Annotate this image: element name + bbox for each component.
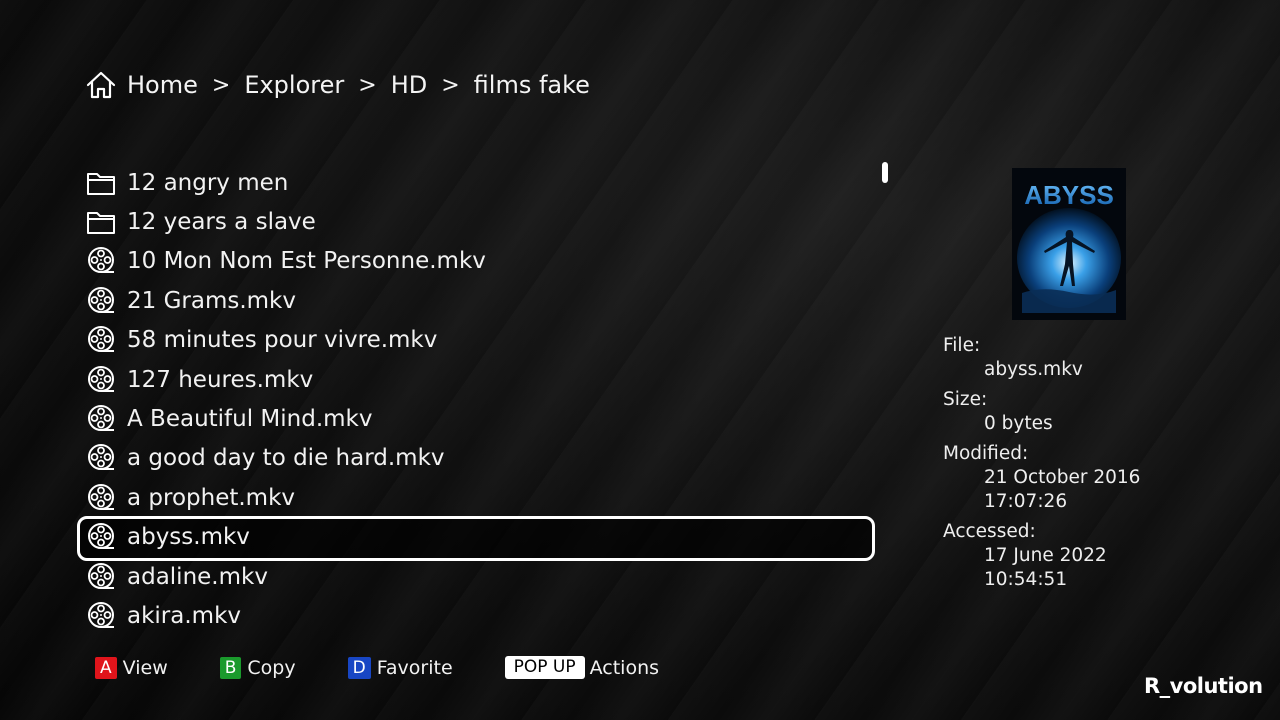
accessed-date: 17 June 2022 <box>984 545 1107 566</box>
file-row[interactable]: 10 Mon Nom Est Personne.mkv <box>85 242 875 281</box>
film-reel-icon <box>85 246 117 276</box>
breadcrumb-separator: > <box>441 72 460 98</box>
file-name: A Beautiful Mind.mkv <box>127 406 373 433</box>
file-name: 58 minutes pour vivre.mkv <box>127 327 438 354</box>
view-label: View <box>122 656 168 679</box>
red-a-key-icon: A <box>95 656 117 679</box>
film-reel-icon <box>85 365 117 395</box>
file-row[interactable]: akira.mkv <box>85 596 875 635</box>
breadcrumb-current: films fake <box>473 71 590 99</box>
film-reel-icon <box>85 286 117 316</box>
file-row[interactable]: 12 years a slave <box>85 202 875 241</box>
scrollbar[interactable] <box>882 162 888 183</box>
file-row[interactable]: adaline.mkv <box>85 557 875 596</box>
modified-label: Modified: <box>943 443 1029 464</box>
file-row[interactable]: 127 heures.mkv <box>85 360 875 399</box>
file-info-panel: File: abyss.mkv Size: 0 bytes Modified: … <box>943 334 1140 592</box>
size-label: Size: <box>943 389 988 410</box>
accessed-time: 10:54:51 <box>984 569 1068 590</box>
file-name: a prophet.mkv <box>127 484 296 511</box>
brand-logo: R_volution <box>1144 674 1263 698</box>
file-name: 10 Mon Nom Est Personne.mkv <box>127 248 486 275</box>
home-icon[interactable] <box>85 70 117 100</box>
breadcrumb-explorer[interactable]: Explorer <box>244 71 344 99</box>
breadcrumb-home[interactable]: Home <box>127 71 198 99</box>
popup-key-icon: POP UP <box>504 656 585 679</box>
file-name: 21 Grams.mkv <box>127 287 296 314</box>
file-name: 12 years a slave <box>127 209 316 236</box>
file-name: 127 heures.mkv <box>127 366 314 393</box>
file-row[interactable]: 21 Grams.mkv <box>85 281 875 320</box>
copy-action[interactable]: B Copy <box>219 656 296 679</box>
green-b-key-icon: B <box>219 656 242 679</box>
file-name: adaline.mkv <box>127 563 268 590</box>
file-name: akira.mkv <box>127 602 242 629</box>
film-reel-icon <box>85 443 117 473</box>
favorite-label: Favorite <box>376 656 453 679</box>
file-row-selected[interactable]: abyss.mkv <box>77 515 875 562</box>
poster-title: ABYSS <box>1024 180 1114 210</box>
blue-d-key-icon: D <box>347 656 371 679</box>
file-name: a good day to die hard.mkv <box>127 445 445 472</box>
modified-time: 17:07:26 <box>984 491 1068 512</box>
film-reel-icon <box>85 562 117 592</box>
actions-label: Actions <box>589 656 660 679</box>
folder-icon <box>85 168 117 198</box>
file-label: File: <box>943 335 981 356</box>
file-row[interactable]: 12 angry men <box>85 163 875 202</box>
film-reel-icon <box>85 483 117 513</box>
file-value: abyss.mkv <box>984 359 1083 380</box>
popup-action[interactable]: POP UP Actions <box>504 656 660 679</box>
file-name: abyss.mkv <box>127 524 250 551</box>
film-reel-icon <box>85 325 117 355</box>
file-row[interactable]: 58 minutes pour vivre.mkv <box>85 321 875 360</box>
folder-icon <box>85 207 117 237</box>
view-action[interactable]: A View <box>95 656 168 679</box>
film-reel-icon <box>85 522 117 552</box>
film-reel-icon <box>85 601 117 631</box>
file-row[interactable]: A Beautiful Mind.mkv <box>85 399 875 438</box>
breadcrumb: Home > Explorer > HD > films fake <box>85 70 590 100</box>
file-row[interactable]: a good day to die hard.mkv <box>85 439 875 478</box>
favorite-action[interactable]: D Favorite <box>347 656 453 679</box>
file-row[interactable]: a prophet.mkv <box>85 478 875 517</box>
size-value: 0 bytes <box>984 413 1053 434</box>
copy-label: Copy <box>247 656 296 679</box>
movie-poster: ABYSS <box>1012 168 1126 320</box>
file-name: 12 angry men <box>127 169 289 196</box>
button-legend: A View B Copy D Favorite POP UP Actions <box>95 656 711 679</box>
file-list: 12 angry men 12 years a slave 10 Mon Nom E… <box>77 163 875 636</box>
modified-date: 21 October 2016 <box>984 467 1141 488</box>
breadcrumb-separator: > <box>211 72 231 98</box>
breadcrumb-separator: > <box>358 72 377 98</box>
film-reel-icon <box>85 404 117 434</box>
accessed-label: Accessed: <box>943 521 1036 542</box>
breadcrumb-hd[interactable]: HD <box>391 71 428 99</box>
